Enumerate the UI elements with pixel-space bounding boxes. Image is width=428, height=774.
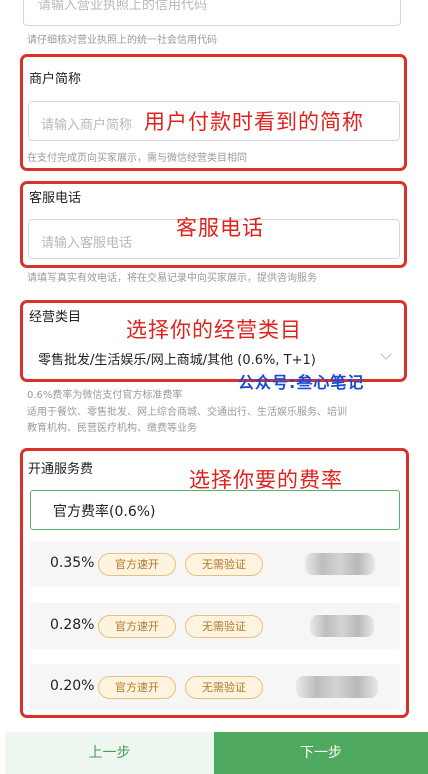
license-code-input[interactable]: 请输入营业执照上的信用代码 [23,0,401,26]
service-fee-highlight [20,448,409,718]
business-category-hint-1: 0.6%费率为微信支付官方标准费率 [27,390,183,401]
form-page: 请输入营业执照上的信用代码 请仔细核对营业执照上的统一社会信用代码 商户简称 请… [0,0,428,774]
business-category-hint-2: 适用于餐饮、零售批发、网上综合商城、交通出行、生活娱乐服务、培训 [27,407,347,418]
watermark: 公众号:叁心笔记 [238,373,365,392]
business-category-hint-3: 教育机构、民营医疗机构、缴费等业务 [27,423,197,434]
footer-bar: 上一步 下一步 [0,732,428,774]
service-phone-highlight [20,181,407,268]
merchant-short-name-highlight [20,54,407,171]
license-code-placeholder: 请输入营业执照上的信用代码 [38,0,208,13]
license-code-hint: 请仔细核对营业执照上的统一社会信用代码 [27,35,217,46]
service-phone-hint: 请填写真实有效电话，将在交易记录中向买家展示，提供咨询服务 [27,273,317,284]
next-step-button[interactable]: 下一步 [214,732,428,774]
previous-step-button[interactable]: 上一步 [5,732,214,774]
